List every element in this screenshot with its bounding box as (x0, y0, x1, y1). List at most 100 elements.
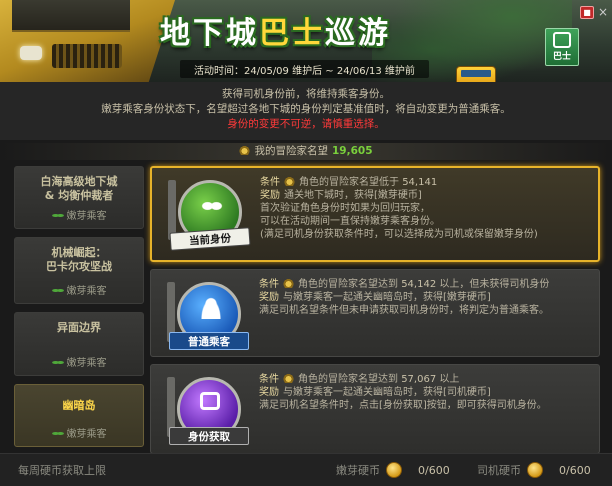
condition-key: 条件 (260, 177, 280, 188)
condition-row: 条件 角色的冒险家名望达到 57,067 以上 (259, 373, 589, 386)
reputation-icon (283, 278, 294, 288)
tab-mechanical-rise[interactable]: 机械崛起： 巴卡尔攻坚战 嫩芽乘客 (14, 237, 144, 304)
driver-coin-icon (527, 462, 543, 478)
sprout-coin-value: 0/600 (418, 464, 450, 477)
extra-line: 可以在活动期间一直保持嫩芽乘客身份。 (260, 216, 440, 227)
tier-description: 条件 角色的冒险家名望低于 54,141 奖励 通关地下城时，获得[嫩芽硬币] 首次… (260, 176, 590, 241)
tab-name: 白海高级地下城 & 均衡仲裁者 (40, 175, 118, 202)
title-part-1: 地下城 (160, 16, 259, 51)
tab-white-sea-dungeon[interactable]: 白海高级地下城 & 均衡仲裁者 嫩芽乘客 (14, 166, 144, 229)
tab-name: 异面边界 (57, 321, 101, 334)
condition-row: 条件 角色的冒险家名望低于 54,141 (260, 176, 590, 189)
tier-badge: 普通乘客 (163, 274, 253, 358)
sprout-coin-label: 嫩芽硬币 (336, 464, 380, 477)
reward-key: 奖励 (259, 387, 279, 398)
sprout-icon (51, 430, 64, 437)
condition-number: 54,142 (401, 279, 437, 290)
driver-coin-label: 司机硬币 (477, 464, 521, 477)
reputation-label: 我的冒险家名望 (254, 145, 328, 157)
tab-status-label: 嫩芽乘客 (66, 358, 107, 369)
bus-illustration (0, 0, 175, 82)
footer-bar: 每周硬币获取上限 嫩芽硬币 0/600 司机硬币 0/600 (0, 453, 612, 486)
extra-line: 首次验证角色身份时如果为回归玩家， (260, 203, 430, 214)
identity-tiers: 当前身份 条件 角色的冒险家名望低于 54,141 奖励 通关地下城时，获得[嫩芽硬… (150, 166, 600, 461)
tab-status: 嫩芽乘客 (15, 425, 143, 440)
close-icon[interactable]: × (597, 6, 609, 18)
bus-window (12, 0, 130, 32)
bus-side-button[interactable]: 巴士 (545, 28, 579, 66)
title-part-3: 巡游 (325, 16, 391, 51)
condition-number: 54,141 (402, 177, 438, 188)
reputation-value: 19,605 (331, 145, 373, 157)
driver-coin-value: 0/600 (559, 464, 591, 477)
badge-stand (168, 180, 176, 240)
reward-key: 奖励 (259, 292, 279, 303)
sprout-coin-counter: 嫩芽硬币 0/600 (336, 462, 450, 480)
tab-status-label: 嫩芽乘客 (66, 286, 107, 297)
driver-coin-counter: 司机硬币 0/600 (477, 462, 591, 480)
bus-icon (200, 392, 220, 410)
condition-text: 角色的冒险家名望达到 (298, 374, 398, 385)
tab-otherworld-border[interactable]: 异面边界 嫩芽乘客 (14, 312, 144, 376)
event-title: 地下城巴士巡游 (160, 8, 460, 52)
condition-tail: 以上 (439, 374, 460, 385)
condition-number: 57,067 (401, 374, 437, 385)
reward-row: 奖励 与嫩芽乘客一起通关幽暗岛时，获得[嫩芽硬币] (259, 291, 589, 304)
tab-dark-island[interactable]: 幽暗岛 嫩芽乘客 (14, 384, 144, 447)
sprout-icon (201, 195, 223, 217)
notice-line-2: 嫩芽乘客身份状态下，名望超过各地下城的身份判定基准值时，将自动变更为普通乘客。 (101, 103, 511, 115)
activity-time: 活动时间：24/05/09 维护后 ~ 24/06/13 维护前 (180, 60, 429, 78)
reputation-line: 我的冒险家名望 19,605 (0, 143, 612, 160)
normal-passenger-label: 普通乘客 (169, 332, 249, 350)
gift-icon[interactable]: ■ (580, 6, 594, 19)
bus-side-button-label: 巴士 (552, 52, 571, 62)
bus-icon (553, 32, 571, 48)
notice-line-1: 获得司机身份前，将维持乘客身份。 (222, 88, 390, 100)
sprout-icon (51, 359, 64, 366)
reward-text: 与嫩芽乘客一起通关幽暗岛时，获得[嫩芽硬币] (283, 292, 491, 303)
extra-line: (满足司机身份获取条件时，可以选择成为司机或保留嫩芽身份) (260, 229, 538, 240)
dungeon-tabs: 白海高级地下城 & 均衡仲裁者 嫩芽乘客 机械崛起： 巴卡尔攻坚战 嫩芽乘客 异… (14, 166, 144, 455)
event-header: 地下城巴士巡游 活动时间：24/05/09 维护后 ~ 24/06/13 维护前… (0, 0, 612, 82)
tab-status: 嫩芽乘客 (15, 207, 143, 222)
tab-name: 幽暗岛 (62, 399, 96, 412)
bus-grill (52, 44, 122, 68)
reputation-icon (284, 176, 295, 186)
person-icon (200, 297, 222, 319)
tier-description: 条件 角色的冒险家名望达到 54,142 以上，但未获得司机身份 奖励 与嫩芽乘客一… (259, 278, 589, 317)
tab-name: 机械崛起： 巴卡尔攻坚战 (46, 246, 112, 273)
tab-status: 嫩芽乘客 (15, 282, 143, 297)
reward-key: 奖励 (260, 190, 280, 201)
tier-description: 条件 角色的冒险家名望达到 57,067 以上 奖励 与嫩芽乘客一起通关幽暗岛时，获… (259, 373, 589, 412)
extra-line: 满足司机名望条件时，点击[身份获取]按钮，即可获得司机身份。 (259, 400, 547, 411)
condition-text: 角色的冒险家名望低于 (299, 177, 399, 188)
condition-key: 条件 (259, 374, 279, 385)
sprout-icon (51, 212, 64, 219)
notice-warning: 身份的变更不可逆，请慎重选择。 (227, 118, 385, 130)
current-identity-label: 当前身份 (169, 227, 251, 251)
bus-mascot-icon (456, 66, 496, 82)
reward-text: 与嫩芽乘客一起通关幽暗岛时，获得[司机硬币] (283, 387, 491, 398)
tier-badge: 身份获取 (163, 369, 253, 453)
tab-status: 嫩芽乘客 (15, 354, 143, 369)
tier-badge: 当前身份 (164, 172, 254, 256)
extra-line: 满足司机名望条件但未申请获取司机身份时，将判定为普通乘客。 (259, 305, 549, 316)
tier-sprout-passenger: 当前身份 条件 角色的冒险家名望低于 54,141 奖励 通关地下城时，获得[嫩芽硬… (150, 166, 600, 262)
condition-tail: 以上，但未获得司机身份 (439, 279, 550, 290)
sprout-icon (51, 287, 64, 294)
reputation-icon (239, 145, 251, 155)
reward-text: 通关地下城时，获得[嫩芽硬币] (284, 190, 422, 201)
condition-row: 条件 角色的冒险家名望达到 54,142 以上，但未获得司机身份 (259, 278, 589, 291)
tier-driver: 身份获取 条件 角色的冒险家名望达到 57,067 以上 奖励 与嫩芽乘客一起通关幽… (150, 364, 600, 454)
reward-row: 奖励 通关地下城时，获得[嫩芽硬币] (260, 189, 590, 202)
condition-key: 条件 (259, 279, 279, 290)
reward-row: 奖励 与嫩芽乘客一起通关幽暗岛时，获得[司机硬币] (259, 386, 589, 399)
notice-panel: 获得司机身份前，将维持乘客身份。 嫩芽乘客身份状态下，名望超过各地下城的身份判定… (0, 82, 612, 140)
bus-headlight (20, 46, 42, 60)
condition-text: 角色的冒险家名望达到 (298, 279, 398, 290)
reputation-icon (283, 373, 294, 383)
sprout-coin-icon (386, 462, 402, 478)
get-identity-button[interactable]: 身份获取 (169, 427, 249, 445)
tier-normal-passenger: 普通乘客 条件 角色的冒险家名望达到 54,142 以上，但未获得司机身份 奖励与… (150, 269, 600, 357)
weekly-limit-label: 每周硬币获取上限 (18, 464, 106, 477)
